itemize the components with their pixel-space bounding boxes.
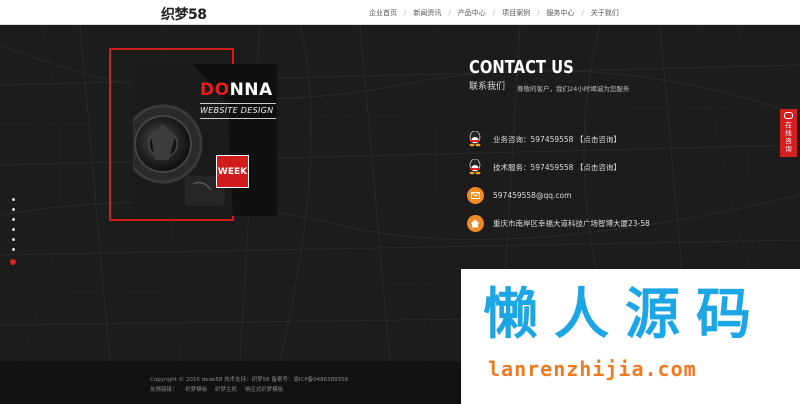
qq-icon bbox=[466, 130, 484, 148]
contact-subtitle: 联系我们 bbox=[469, 82, 506, 92]
contact-note: 尊敬的客户，我们24小时竭诚为您服务 bbox=[517, 85, 630, 93]
footer-copyright: Copyright © 2016 dede58 技术支持：织梦58 备案号：渝I… bbox=[150, 377, 349, 383]
watermark-text: 懒人源码 bbox=[483, 282, 768, 346]
section-dot[interactable] bbox=[11, 238, 15, 241]
nav-item-home[interactable]: 企业首页 bbox=[362, 8, 404, 18]
section-dot[interactable] bbox=[11, 248, 15, 251]
contact-row-email: 597459558@qq.com bbox=[466, 186, 571, 204]
nav-item-service[interactable]: 服务中心 bbox=[539, 8, 581, 18]
watermark-block: 懒人源码 lanrenzhijia.com bbox=[461, 269, 800, 404]
footer-link[interactable]: 响应式织梦模板 bbox=[245, 387, 284, 393]
contact-row-text[interactable]: 技术服务：597459558 【点击咨询】 bbox=[493, 162, 621, 173]
week-badge: WEEK bbox=[216, 155, 249, 188]
section-dots-nav bbox=[10, 198, 16, 265]
section-dot[interactable] bbox=[11, 218, 15, 221]
site-logo[interactable]: 织梦58 bbox=[161, 4, 207, 24]
poster-image: DONNA WEBSITE DESIGN bbox=[133, 64, 277, 216]
footer-links: 友情链接： 织梦模板 织梦主机 响应式织梦模板 bbox=[150, 385, 289, 393]
contact-title: CONTACT US bbox=[469, 57, 574, 78]
contact-row-tech: 技术服务：597459558 【点击咨询】 bbox=[466, 158, 621, 176]
chat-bubble-icon bbox=[784, 112, 793, 119]
contact-row-text: 重庆市南岸区幸福大道科技广场智博大厦23-58 bbox=[493, 218, 650, 228]
section-dot-active[interactable] bbox=[10, 259, 16, 265]
home-icon bbox=[466, 214, 484, 232]
online-consult-tab[interactable]: 在线咨询 bbox=[780, 109, 797, 157]
watermark-url: lanrenzhijia.com bbox=[488, 357, 697, 381]
contact-row-text[interactable]: 597459558@qq.com bbox=[493, 191, 571, 200]
nav-item-products[interactable]: 产品中心 bbox=[451, 8, 493, 18]
section-dot[interactable] bbox=[11, 228, 15, 231]
nav-item-about[interactable]: 关于我们 bbox=[584, 8, 626, 18]
poster-subtitle: WEBSITE DESIGN bbox=[200, 106, 274, 115]
section-dot[interactable] bbox=[11, 198, 15, 201]
footer-link[interactable]: 织梦模板 bbox=[185, 387, 207, 393]
nav-item-news[interactable]: 新闻资讯 bbox=[406, 8, 448, 18]
qq-icon bbox=[466, 158, 484, 176]
section-dot[interactable] bbox=[11, 208, 15, 211]
email-icon bbox=[466, 186, 484, 204]
footer-links-label: 友情链接： bbox=[150, 387, 178, 393]
poster-title: DONNA bbox=[200, 80, 273, 100]
contact-row-address: 重庆市南岸区幸福大道科技广场智博大厦23-58 bbox=[466, 214, 650, 232]
poster-title-red: DO bbox=[200, 80, 230, 100]
poster-divider bbox=[200, 118, 276, 119]
poster-divider bbox=[200, 103, 276, 104]
contact-row-text[interactable]: 业务咨询：597459558 【点击咨询】 bbox=[493, 134, 621, 145]
contact-row-business: 业务咨询：597459558 【点击咨询】 bbox=[466, 130, 621, 148]
top-header: 织梦58 企业首页 / 新闻资讯 / 产品中心 / 项目案例 / 服务中心 / … bbox=[0, 0, 800, 25]
main-nav: 企业首页 / 新闻资讯 / 产品中心 / 项目案例 / 服务中心 / 关于我们 bbox=[362, 8, 626, 18]
poster-title-white: NNA bbox=[229, 80, 273, 100]
nav-item-cases[interactable]: 项目案例 bbox=[495, 8, 537, 18]
online-consult-label: 在线咨询 bbox=[785, 121, 792, 153]
footer-link[interactable]: 织梦主机 bbox=[215, 387, 237, 393]
